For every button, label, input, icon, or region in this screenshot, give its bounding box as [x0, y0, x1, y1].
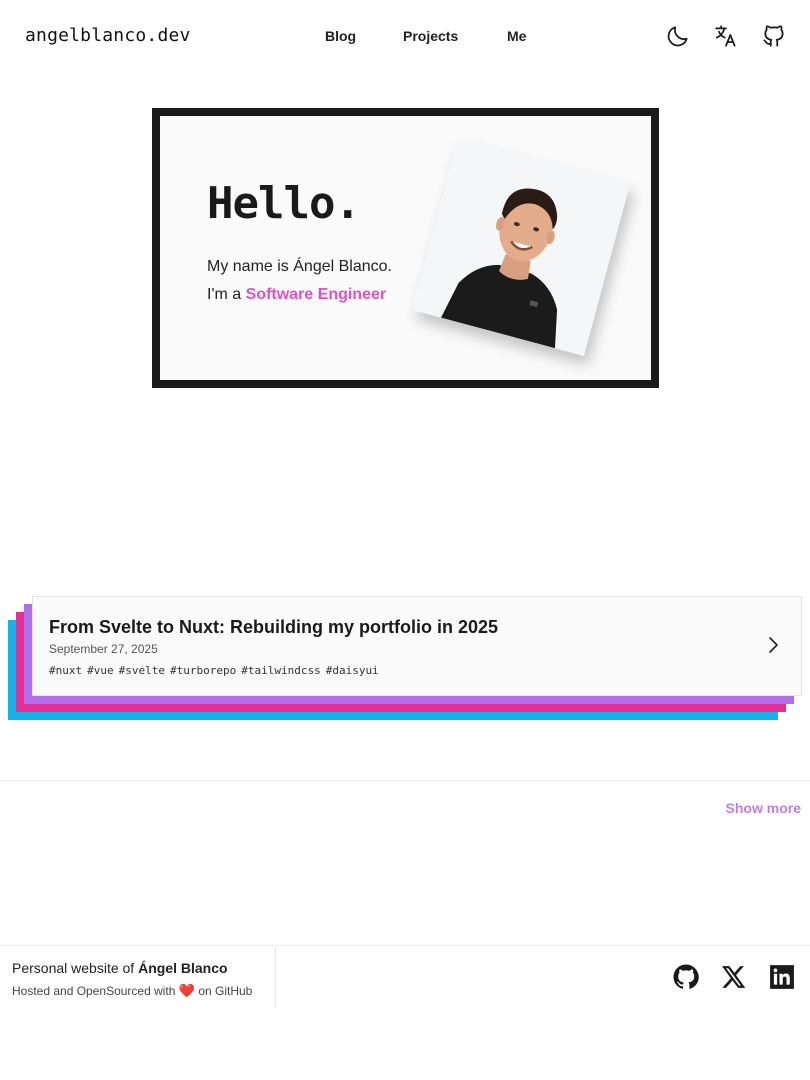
hero-intro-role: I'm a Software Engineer [207, 286, 386, 304]
post-card-stack: From Svelte to Nuxt: Rebuilding my portf… [8, 596, 804, 722]
footer-divider [0, 945, 810, 946]
show-more-link[interactable]: Show more [726, 800, 801, 816]
footer-hosted-suffix: on GitHub [198, 984, 253, 998]
github-icon[interactable] [673, 964, 699, 990]
tag[interactable]: #tailwindcss [241, 664, 320, 677]
tag[interactable]: #vue [87, 664, 114, 677]
nav-blog[interactable]: Blog [325, 28, 356, 44]
footer-hosted: Hosted and OpenSourced with ❤️ on GitHub [12, 983, 252, 999]
hero-greeting: Hello. [207, 178, 361, 229]
footer-owner: Personal website of Ángel Blanco [12, 960, 228, 976]
post-tags: #nuxt #vue #svelte #turborepo #tailwindcss #d… [49, 664, 384, 677]
footer-owner-prefix: Personal website of [12, 960, 135, 976]
heart-icon: ❤️ [178, 983, 195, 998]
hero-role: Software Engineer [245, 286, 387, 303]
footer-hosted-prefix: Hosted and OpenSourced with [12, 984, 176, 998]
section-divider [0, 780, 810, 781]
nav-projects[interactable]: Projects [403, 28, 458, 44]
post-card[interactable]: From Svelte to Nuxt: Rebuilding my portf… [32, 596, 802, 696]
tag[interactable]: #nuxt [49, 664, 82, 677]
tag[interactable]: #turborepo [170, 664, 236, 677]
footer-separator [275, 946, 276, 1008]
profile-photo [411, 137, 631, 357]
footer-owner-name: Ángel Blanco [138, 960, 228, 976]
post-date: September 27, 2025 [49, 642, 158, 656]
moon-icon[interactable] [665, 23, 691, 49]
post-title[interactable]: From Svelte to Nuxt: Rebuilding my portf… [49, 617, 498, 638]
linkedin-icon[interactable] [769, 964, 795, 990]
translate-icon[interactable] [713, 23, 739, 49]
hero-intro-name: My name is Ángel Blanco. [207, 258, 392, 275]
x-icon[interactable] [721, 964, 747, 990]
hero-intro-prefix: I'm a [207, 286, 242, 303]
github-icon[interactable] [761, 23, 787, 49]
chevron-right-icon[interactable] [765, 635, 781, 655]
site-header: angelblanco.dev Blog Projects Me [0, 0, 810, 72]
tag[interactable]: #daisyui [326, 664, 379, 677]
nav-me[interactable]: Me [507, 28, 526, 44]
hero-card: Hello. My name is Ángel Blanco. I'm a So… [152, 108, 659, 388]
tag[interactable]: #svelte [119, 664, 165, 677]
